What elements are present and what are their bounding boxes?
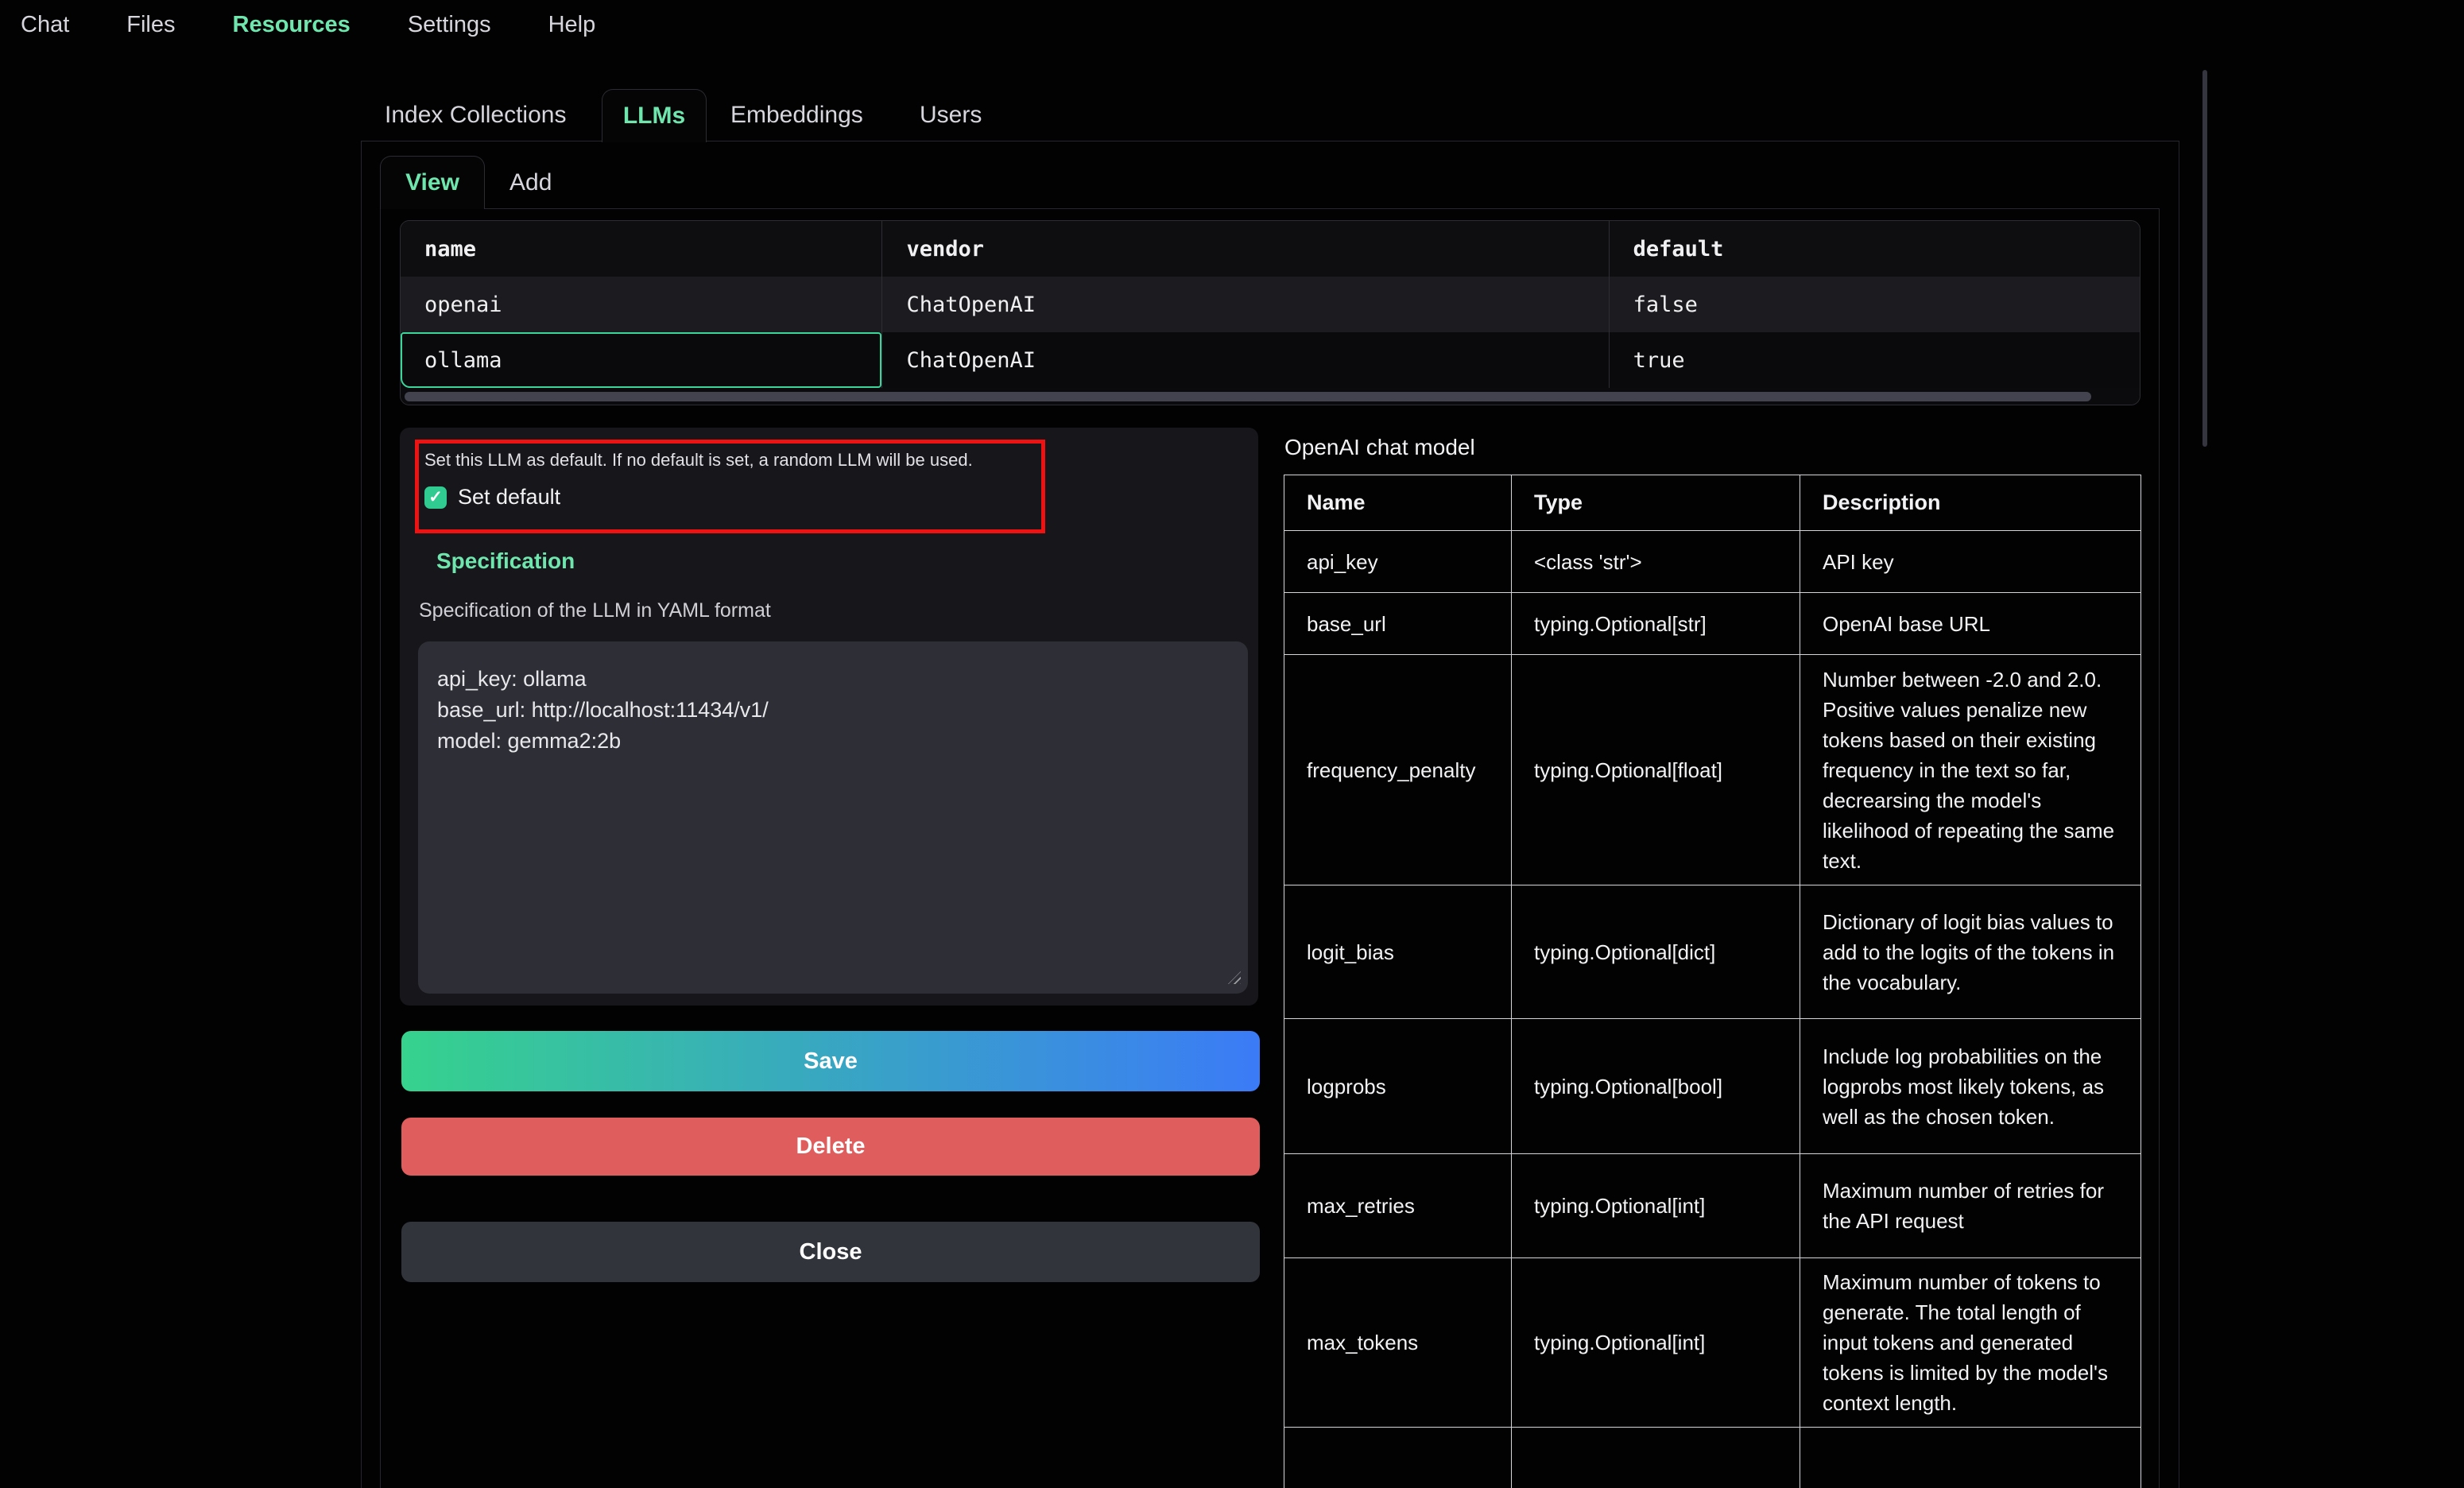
schema-cell-description: Maximum number of retries for the API re… — [1800, 1154, 2141, 1258]
llm-col-name: name — [401, 221, 881, 277]
llm-col-default: default — [1609, 221, 2140, 277]
schema-cell-description: Dictionary of logit bias values to add t… — [1800, 885, 2141, 1019]
nav-item-help[interactable]: Help — [548, 12, 596, 38]
schema-cell-description — [1800, 1428, 2141, 1488]
schema-cell-name: base_url — [1284, 593, 1512, 655]
schema-cell-name: logprobs — [1284, 1019, 1512, 1154]
horizontal-scrollbar — [401, 388, 2140, 405]
schema-cell-type: typing.Optional[bool] — [1512, 1019, 1800, 1154]
llm-table-header: name vendor default — [401, 221, 2140, 277]
llm-cell-name-text: ollama — [424, 348, 502, 373]
schema-row-partial — [1284, 1428, 2141, 1488]
specification-subtext: Specification of the LLM in YAML format — [419, 599, 771, 622]
schema-cell-description: Maximum number of tokens to generate. Th… — [1800, 1258, 2141, 1428]
schema-cell-name: max_retries — [1284, 1154, 1512, 1258]
schema-cell-description: Include log probabilities on the logprob… — [1800, 1019, 2141, 1154]
schema-panel-title: OpenAI chat model — [1284, 435, 1475, 460]
subtab-view-label: View — [405, 169, 459, 196]
nav-item-files[interactable]: Files — [126, 12, 175, 38]
close-button[interactable]: Close — [401, 1222, 1260, 1282]
schema-cell-type — [1512, 1428, 1800, 1488]
schema-col-description: Description — [1800, 475, 2141, 531]
tab-users[interactable]: Users — [920, 102, 982, 129]
annotation-red-box: Set this LLM as default. If no default i… — [415, 440, 1045, 533]
schema-cell-description: OpenAI base URL — [1800, 593, 2141, 655]
specification-heading: Specification — [436, 548, 575, 574]
default-note-text: Set this LLM as default. If no default i… — [424, 450, 1041, 471]
app-root: Chat Files Resources Settings Help Index… — [0, 0, 2464, 1488]
schema-col-name: Name — [1284, 475, 1512, 531]
tab-llms[interactable]: LLMs — [602, 89, 707, 142]
llm-cell-default[interactable]: false — [1609, 277, 2140, 332]
schema-row-max-tokens: max_tokens typing.Optional[int] Maximum … — [1284, 1258, 2141, 1428]
subtab-add[interactable]: Add — [509, 169, 552, 196]
schema-row-max-retries: max_retries typing.Optional[int] Maximum… — [1284, 1154, 2141, 1258]
llm-cell-name-selected[interactable]: ollama — [401, 332, 881, 388]
llm-col-vendor: vendor — [881, 221, 1608, 277]
schema-table-container: Name Type Description api_key <class 'st… — [1284, 475, 2142, 1488]
schema-cell-name: api_key — [1284, 531, 1512, 593]
schema-cell-type: <class 'str'> — [1512, 531, 1800, 593]
llm-row-openai[interactable]: openai ChatOpenAI false — [401, 277, 2140, 332]
llm-cell-vendor[interactable]: ChatOpenAI — [881, 332, 1608, 388]
set-default-label: Set default — [458, 485, 560, 510]
save-button[interactable]: Save — [401, 1031, 1260, 1091]
schema-cell-type: typing.Optional[float] — [1512, 655, 1800, 885]
schema-cell-name: max_tokens — [1284, 1258, 1512, 1428]
specification-yaml-input[interactable]: api_key: ollama base_url: http://localho… — [418, 641, 1248, 994]
schema-row-logprobs: logprobs typing.Optional[bool] Include l… — [1284, 1019, 2141, 1154]
schema-cell-type: typing.Optional[int] — [1512, 1154, 1800, 1258]
schema-col-type: Type — [1512, 475, 1800, 531]
llm-cell-name[interactable]: openai — [401, 277, 881, 332]
vertical-scrollbar-thumb[interactable] — [2202, 70, 2207, 447]
schema-cell-name — [1284, 1428, 1512, 1488]
schema-row-api-key: api_key <class 'str'> API key — [1284, 531, 2141, 593]
nav-item-settings[interactable]: Settings — [408, 12, 491, 38]
schema-cell-description: API key — [1800, 531, 2141, 593]
set-default-checkbox[interactable]: ✓ — [424, 486, 447, 509]
llm-detail-card: Set this LLM as default. If no default i… — [400, 428, 1258, 1006]
schema-table: Name Type Description api_key <class 'st… — [1284, 475, 2141, 1488]
tab-embeddings[interactable]: Embeddings — [730, 102, 863, 129]
llm-table: name vendor default openai ChatOpenAI fa… — [400, 220, 2141, 405]
nav-item-chat[interactable]: Chat — [21, 12, 69, 38]
schema-row-logit-bias: logit_bias typing.Optional[dict] Diction… — [1284, 885, 2141, 1019]
schema-cell-type: typing.Optional[dict] — [1512, 885, 1800, 1019]
schema-cell-name: logit_bias — [1284, 885, 1512, 1019]
set-default-checkbox-row[interactable]: ✓ Set default — [424, 485, 1041, 510]
subtab-view[interactable]: View — [380, 156, 485, 209]
top-nav: Chat Files Resources Settings Help — [21, 0, 595, 49]
llm-row-ollama[interactable]: ollama ChatOpenAI true — [401, 332, 2140, 388]
llm-cell-default[interactable]: true — [1609, 332, 2140, 388]
delete-button[interactable]: Delete — [401, 1118, 1260, 1176]
checkmark-icon: ✓ — [428, 489, 443, 506]
schema-cell-name: frequency_penalty — [1284, 655, 1512, 885]
horizontal-scrollbar-thumb[interactable] — [405, 392, 2091, 401]
llm-cell-vendor[interactable]: ChatOpenAI — [881, 277, 1608, 332]
schema-cell-description: Number between -2.0 and 2.0. Positive va… — [1800, 655, 2141, 885]
tab-llms-label: LLMs — [623, 103, 685, 130]
schema-header-row: Name Type Description — [1284, 475, 2141, 531]
schema-cell-type: typing.Optional[int] — [1512, 1258, 1800, 1428]
schema-cell-type: typing.Optional[str] — [1512, 593, 1800, 655]
schema-row-frequency-penalty: frequency_penalty typing.Optional[float]… — [1284, 655, 2141, 885]
schema-row-base-url: base_url typing.Optional[str] OpenAI bas… — [1284, 593, 2141, 655]
tab-index-collections[interactable]: Index Collections — [385, 102, 566, 129]
nav-item-resources[interactable]: Resources — [233, 12, 351, 38]
